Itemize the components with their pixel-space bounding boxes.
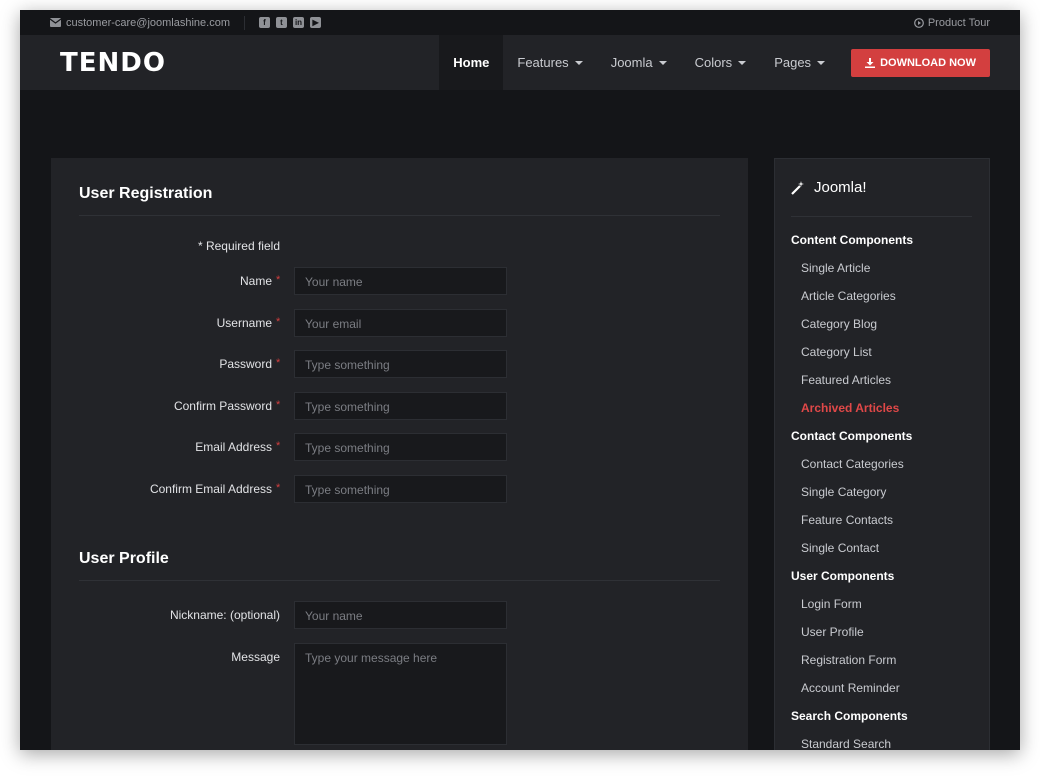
sidebar-link[interactable]: Featured Articles: [791, 373, 981, 401]
required-field-note: * Required field: [197, 239, 280, 253]
nav-item-features[interactable]: Features: [503, 35, 596, 90]
sidebar-header: Joomla!: [791, 179, 867, 196]
nav-label: Pages: [774, 55, 812, 70]
sidebar-link[interactable]: Category List: [791, 345, 981, 373]
form-row-confirm-password: Confirm Password * Type something: [51, 392, 748, 420]
nav-item-home[interactable]: Home: [439, 35, 504, 90]
twitter-icon[interactable]: t: [276, 17, 288, 28]
field-label: Nickname: (optional): [169, 608, 280, 622]
joomla-sidebar: Joomla! Content Components Single Articl…: [774, 158, 990, 750]
required-marker: *: [276, 316, 281, 328]
sidebar-group-heading[interactable]: Content Components: [791, 233, 981, 261]
message-textarea[interactable]: Type your message here: [294, 643, 507, 745]
confirm-password-input[interactable]: Type something: [294, 392, 507, 420]
social-links: f t in ▶: [259, 17, 322, 28]
divider: [79, 580, 720, 581]
sidebar-link[interactable]: Single Category: [791, 485, 981, 513]
product-tour-link[interactable]: Product Tour: [913, 16, 990, 29]
form-row-name: Name * Your name: [51, 267, 748, 295]
envelope-icon: [50, 18, 61, 27]
nav-item-colors[interactable]: Colors: [681, 35, 761, 90]
youtube-icon[interactable]: ▶: [310, 17, 322, 28]
sidebar-group-heading[interactable]: Contact Components: [791, 429, 981, 457]
name-input[interactable]: Your name: [294, 267, 507, 295]
sidebar-link[interactable]: Category Blog: [791, 317, 981, 345]
sidebar-link[interactable]: Standard Search: [791, 737, 981, 750]
form-row-nickname: Nickname: (optional) Your name: [51, 601, 748, 629]
download-label: DOWNLOAD NOW: [880, 56, 976, 69]
username-input[interactable]: Your email: [294, 309, 507, 337]
field-label: Username: [216, 316, 272, 330]
sidebar-group-heading[interactable]: User Components: [791, 569, 981, 597]
email-input[interactable]: Type something: [294, 433, 507, 461]
form-row-confirm-email: Confirm Email Address * Type something: [51, 475, 748, 503]
divider: [79, 215, 720, 216]
nav-label: Colors: [694, 55, 733, 70]
form-row-email: Email Address * Type something: [51, 433, 748, 461]
required-marker: *: [276, 440, 281, 452]
sidebar-menu: Content Components Single Article Articl…: [791, 233, 981, 750]
required-marker: *: [276, 482, 281, 494]
top-bar: customer-care@joomlashine.com f t in ▶ P…: [20, 10, 1020, 35]
required-marker: *: [276, 357, 281, 369]
download-now-button[interactable]: DOWNLOAD NOW: [851, 48, 990, 77]
required-marker: *: [276, 274, 281, 286]
field-label: Message: [231, 650, 280, 664]
nav-label: Home: [453, 55, 490, 70]
site-logo[interactable]: TENDO: [60, 48, 166, 78]
divider: [244, 15, 246, 30]
sidebar-link[interactable]: User Profile: [791, 625, 981, 653]
nav-item-pages[interactable]: Pages: [760, 35, 839, 90]
confirm-email-input[interactable]: Type something: [294, 475, 507, 503]
required-marker: *: [276, 399, 281, 411]
main-navbar: TENDO Home Features Joomla Colors Pages …: [20, 35, 1020, 90]
sidebar-link[interactable]: Account Reminder: [791, 681, 981, 709]
caret-down-icon: [574, 60, 583, 65]
caret-down-icon: [817, 60, 826, 65]
field-label: Confirm Password: [173, 399, 272, 413]
sidebar-group-heading[interactable]: Search Components: [791, 709, 981, 737]
registration-title: User Registration: [79, 185, 213, 202]
nav-label: Joomla: [610, 55, 653, 70]
main-menu: Home Features Joomla Colors Pages DOWNLO…: [439, 35, 1020, 90]
play-circle-icon: [913, 17, 924, 28]
nav-item-joomla[interactable]: Joomla: [597, 35, 681, 90]
form-row-message: Message Type your message here: [51, 643, 748, 745]
field-label: Name: [239, 274, 272, 288]
profile-title: User Profile: [79, 550, 169, 567]
contact-email-text: customer-care@joomlashine.com: [66, 16, 231, 29]
product-tour-label: Product Tour: [927, 16, 990, 29]
sidebar-link[interactable]: Article Categories: [791, 289, 981, 317]
field-label: Email Address: [195, 440, 272, 454]
sidebar-title: Joomla!: [814, 179, 867, 196]
registration-panel: User Registration * Required field Name …: [51, 158, 748, 750]
sidebar-link[interactable]: Single Article: [791, 261, 981, 289]
password-input[interactable]: Type something: [294, 350, 507, 378]
field-label: Confirm Email Address: [149, 482, 272, 496]
field-label: Password: [219, 357, 272, 371]
sidebar-link[interactable]: Login Form: [791, 597, 981, 625]
caret-down-icon: [658, 60, 667, 65]
sidebar-link[interactable]: Registration Form: [791, 653, 981, 681]
sidebar-link[interactable]: Single Contact: [791, 541, 981, 569]
form-row-username: Username * Your email: [51, 309, 748, 337]
sidebar-link[interactable]: Feature Contacts: [791, 513, 981, 541]
linkedin-icon[interactable]: in: [293, 17, 305, 28]
divider: [791, 216, 972, 217]
form-row-password: Password * Type something: [51, 350, 748, 378]
facebook-icon[interactable]: f: [259, 17, 271, 28]
contact-email[interactable]: customer-care@joomlashine.com: [50, 17, 230, 29]
sidebar-link-active[interactable]: Archived Articles: [791, 401, 981, 429]
caret-down-icon: [738, 60, 747, 65]
browser-page: customer-care@joomlashine.com f t in ▶ P…: [20, 10, 1020, 750]
download-icon: [865, 57, 876, 68]
sidebar-link[interactable]: Contact Categories: [791, 457, 981, 485]
nav-label: Features: [517, 55, 569, 70]
nickname-input[interactable]: Your name: [294, 601, 507, 629]
magic-wand-icon: [791, 180, 804, 195]
